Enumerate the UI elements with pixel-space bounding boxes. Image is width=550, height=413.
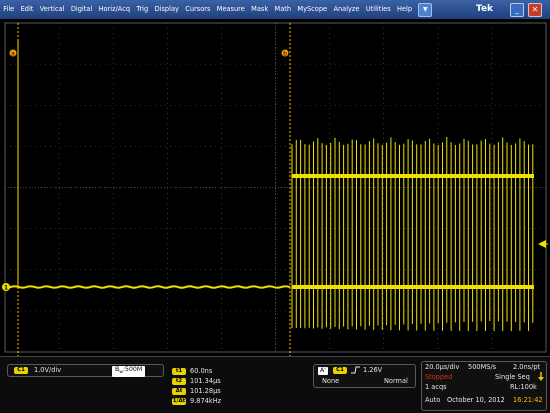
sample-rate: 500MS/s — [468, 363, 497, 371]
trigger-coupling: None — [322, 377, 340, 385]
cursor-t1-badge: t1 — [172, 368, 186, 375]
channel-1-waveform — [4, 39, 534, 331]
acquisition-readout[interactable]: 20.0μs/div 500MS/s 2.0ns/pt Stopped Sing… — [421, 361, 547, 411]
waveform-low-level — [292, 285, 534, 289]
waveform-display[interactable]: a b 1 — [0, 19, 550, 356]
cursor-inverse-value: 9.874kHz — [190, 397, 222, 405]
acquisition-count: 1 acqs — [425, 383, 447, 391]
menu-file[interactable]: File — [0, 0, 17, 19]
cursor-delta-badge: Δt — [172, 388, 186, 395]
rising-edge-icon — [351, 366, 360, 374]
menu-trig[interactable]: Trig — [133, 0, 151, 19]
menu-help[interactable]: Help — [394, 0, 415, 19]
trigger-source-badge: C1 — [333, 367, 347, 374]
trigger-type: Normal — [384, 377, 408, 385]
menu-cursors[interactable]: Cursors — [182, 0, 214, 19]
time: 16:21:42 — [513, 396, 543, 404]
triangle-down-icon: ▼ — [422, 6, 428, 13]
trigger-readout[interactable]: A' C1 1.26V None Normal — [313, 364, 416, 388]
menu-mask[interactable]: Mask — [248, 0, 271, 19]
record-length: RL:100k — [510, 383, 537, 391]
minimize-button[interactable]: _ — [510, 3, 524, 17]
channel-1-marker-label: 1 — [4, 285, 8, 292]
cursor-b-label: b — [283, 51, 287, 58]
menu-myscope[interactable]: MyScope — [294, 0, 330, 19]
waveform-high-level — [292, 174, 534, 178]
resolution: 2.0ns/pt — [513, 363, 541, 371]
menu-vertical[interactable]: Vertical — [37, 0, 68, 19]
menu-dropdown-button[interactable]: ▼ — [418, 2, 433, 17]
channel-1-readout[interactable]: C1 1.0V/div Bw:500M — [7, 364, 164, 378]
menu-analyze[interactable]: Analyze — [330, 0, 362, 19]
graticule-grid — [4, 22, 547, 353]
menu-measure[interactable]: Measure — [214, 0, 248, 19]
cursor-inverse-badge: 1/Δt — [172, 398, 186, 405]
trigger-mode: Auto — [425, 396, 441, 404]
channel-1-scale: 1.0V/div — [34, 366, 62, 374]
cursor-delta-value: 101.28μs — [190, 387, 221, 395]
horizontal-scale: 20.0μs/div — [425, 363, 460, 371]
date: October 10, 2012 — [447, 396, 505, 404]
cursor-a-label: a — [11, 51, 15, 58]
menu-bar: File Edit Vertical Digital Horiz/Acq Trig Disp… — [0, 0, 550, 19]
menu-utilities[interactable]: Utilities — [363, 0, 394, 19]
trigger-level: 1.26V — [363, 366, 383, 374]
cursor-t2-badge: t2 — [172, 378, 186, 385]
single-seq-icon — [538, 372, 544, 381]
sequence-mode: Single Seq — [495, 373, 530, 381]
tek-logo: Tek — [476, 4, 494, 14]
close-button[interactable]: ✕ — [528, 3, 542, 17]
status-panel: C1 1.0V/div Bw:500M t1 60.0ns t2 101.34μ… — [0, 356, 550, 413]
menu-display[interactable]: Display — [151, 0, 182, 19]
menu-digital[interactable]: Digital — [68, 0, 96, 19]
menu-math[interactable]: Math — [271, 0, 294, 19]
bandwidth-readout: Bw:500M — [112, 366, 146, 378]
cursor-t1-value: 60.0ns — [190, 367, 213, 375]
acquisition-state: Stopped — [425, 373, 453, 381]
waveform-baseline — [4, 285, 291, 289]
channel-1-badge: C1 — [14, 367, 28, 374]
menu-horiz-acq[interactable]: Horiz/Acq — [95, 0, 133, 19]
menu-edit[interactable]: Edit — [17, 0, 36, 19]
trigger-mode-badge: A' — [318, 367, 328, 375]
cursor-t2-value: 101.34μs — [190, 377, 221, 385]
